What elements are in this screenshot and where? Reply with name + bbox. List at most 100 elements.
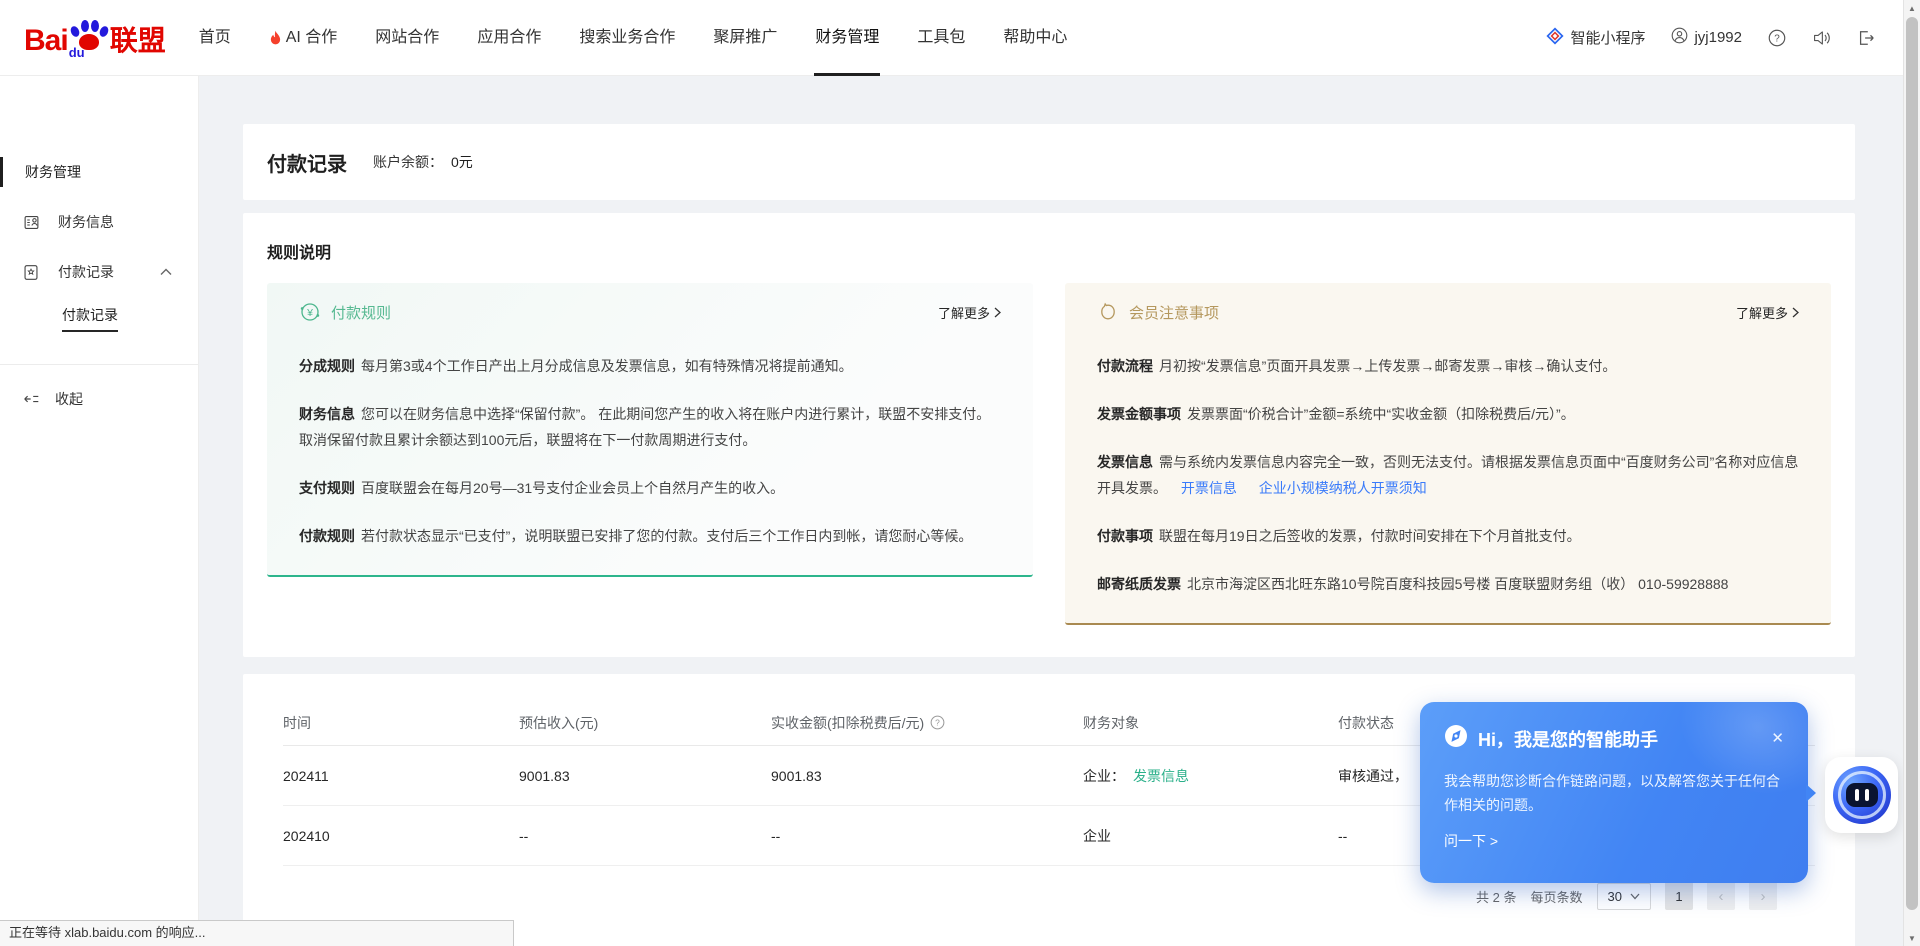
nav-item-home[interactable]: 首页 (199, 0, 231, 76)
sidebar-divider (0, 364, 198, 365)
nav-menu: 首页 AI 合作 网站合作 应用合作 搜索业务合作 聚屏推广 财务管理 工具包 … (180, 0, 1087, 76)
per-page-select[interactable]: 30 (1597, 883, 1651, 910)
compass-icon (1444, 724, 1468, 753)
page-number-button[interactable]: 1 (1665, 882, 1693, 910)
ask-now-link[interactable]: 问一下 > (1444, 831, 1784, 851)
rule-item-sharing: 分成规则每月第3或4个工作日产出上月分成信息及发票信息，如有特殊情况将提前通知。 (299, 353, 1001, 379)
nav-item-help-center[interactable]: 帮助中心 (1003, 0, 1067, 76)
member-notes-card: 会员注意事项 了解更多 付款流程月初按“发票信息”页面开具发票→上传发票→邮寄发… (1065, 283, 1831, 625)
sidebar-subitem-payment-records[interactable]: 付款记录 (0, 298, 198, 338)
sidebar-collapse-button[interactable]: 收起 (0, 377, 198, 421)
col-time: 时间 (283, 713, 519, 733)
cell-target: 企业：发票信息 (1083, 766, 1338, 786)
assistant-popup: Hi，我是您的智能助手 ✕ 我会帮助您诊断合作链路问题，以及解答您关于任何合作相… (1420, 702, 1808, 883)
balance-value: 0元 (451, 154, 473, 170)
flame-icon (269, 30, 282, 46)
sidebar-item-finance-info[interactable]: 财务信息 (0, 200, 198, 244)
col-actual-amount: 实收金额(扣除税费后/元) ? (771, 713, 1083, 733)
top-navigation-bar: Bai du 联盟 首页 AI 合作 网站合作 应用合作 搜索业务合作 聚屏推广… (0, 0, 1903, 76)
assistant-robot-avatar[interactable] (1825, 757, 1898, 833)
rule-item-finance-info: 财务信息您可以在财务信息中选择“保留付款”。 在此期间您产生的收入将在账户内进行… (299, 401, 1001, 453)
smart-miniapp-entry[interactable]: 智能小程序 (1546, 27, 1645, 49)
payment-records-header-card: 付款记录 账户余额： 0元 (243, 124, 1855, 200)
page-title: 付款记录 (267, 148, 347, 177)
sound-icon[interactable] (1812, 29, 1831, 47)
rule-item-payment-status: 付款规则若付款状态显示“已支付”，说明联盟已安排了您的付款。支付后三个工作日内到… (299, 523, 1001, 549)
baidu-union-logo[interactable]: Bai du 联盟 (24, 18, 166, 58)
assistant-message: 我会帮助您诊断合作链路问题，以及解答您关于任何合作相关的问题。 (1444, 769, 1780, 817)
note-item-invoice-info: 发票信息需与系统内发票信息内容完全一致，否则无法支付。请根据发票信息页面中“百度… (1097, 449, 1799, 501)
logo-text-bai: Bai (24, 24, 68, 58)
account-balance: 账户余额： 0元 (373, 152, 473, 172)
help-circle-icon[interactable]: ? (930, 715, 945, 730)
note-item-payment-matters: 付款事项联盟在每月19日之后签收的发票，付款时间安排在下个月首批支付。 (1097, 523, 1799, 549)
robot-face-icon (1833, 766, 1891, 824)
browser-status-text: 正在等待 xlab.baidu.com 的响应... (0, 920, 514, 946)
payment-rules-more-link[interactable]: 了解更多 (938, 303, 1001, 322)
rule-item-pay-rule: 支付规则百度联盟会在每月20号—31号支付企业会员上个自然月产生的收入。 (299, 475, 1001, 501)
svg-text:¥: ¥ (306, 307, 313, 319)
popup-tail-arrow (1806, 784, 1816, 802)
help-icon[interactable]: ? (1768, 29, 1786, 47)
col-finance-target: 财务对象 (1083, 713, 1338, 733)
payment-rules-icon: ¥ (299, 301, 321, 323)
note-item-mail-invoice: 邮寄纸质发票北京市海淀区西北旺东路10号院百度科技园5号楼 百度联盟财务组（收）… (1097, 571, 1799, 597)
note-item-payment-flow: 付款流程月初按“发票信息”页面开具发票→上传发票→邮寄发票→审核→确认支付。 (1097, 353, 1799, 379)
scroll-up-arrow[interactable]: ▲ (1904, 0, 1920, 16)
cell-actual: 9001.83 (771, 768, 1083, 784)
user-icon (1671, 27, 1688, 48)
payment-records-icon (22, 264, 40, 281)
sidebar-section-finance-management[interactable]: 财务管理 (0, 150, 198, 194)
logout-icon[interactable] (1857, 29, 1875, 47)
nav-item-search-cooperation[interactable]: 搜索业务合作 (579, 0, 675, 76)
member-notes-more-link[interactable]: 了解更多 (1736, 303, 1799, 322)
invoice-info-table-link[interactable]: 发票信息 (1133, 768, 1189, 784)
rules-section-title: 规则说明 (267, 239, 1831, 263)
pagination: 共 2 条 每页条数 30 1 ‹ › (283, 882, 1815, 910)
cell-estimated: -- (519, 828, 771, 844)
nav-item-website-cooperation[interactable]: 网站合作 (375, 0, 439, 76)
note-item-invoice-amount: 发票金额事项发票票面“价税合计”金额=系统中“实收金额（扣除税费后/元）”。 (1097, 401, 1799, 427)
chevron-right-icon (1792, 307, 1799, 318)
nav-item-juping-promotion[interactable]: 聚屏推广 (713, 0, 777, 76)
cell-target: 企业 (1083, 826, 1338, 846)
cell-time: 202410 (283, 828, 519, 844)
vertical-scrollbar[interactable]: ▲ ▼ (1903, 0, 1920, 946)
member-notes-bird-icon (1097, 301, 1119, 323)
scrollbar-thumb[interactable] (1906, 17, 1918, 910)
rules-section-card: 规则说明 ¥ 付款规则 了解更多 分成规则每月第3或4个工作日产出上月分成信息及… (243, 213, 1855, 657)
nav-item-app-cooperation[interactable]: 应用合作 (477, 0, 541, 76)
user-account[interactable]: jyj1992 (1671, 27, 1742, 48)
next-page-button[interactable]: › (1749, 882, 1777, 910)
caret-down-icon (1630, 893, 1640, 900)
nav-item-finance-management[interactable]: 财务管理 (815, 0, 879, 76)
assistant-title: Hi，我是您的智能助手 (1478, 726, 1658, 752)
balance-label: 账户余额： (373, 154, 443, 170)
logo-text-union: 联盟 (110, 24, 166, 58)
cell-actual: -- (771, 828, 1083, 844)
logo-text-du: du (69, 45, 85, 60)
scroll-down-arrow[interactable]: ▼ (1904, 930, 1920, 946)
sidebar-item-payment-records[interactable]: 付款记录 (0, 250, 198, 294)
miniapp-diamond-icon (1546, 27, 1564, 49)
sidebar: 财务管理 财务信息 付款记录 付款记录 收起 (0, 76, 199, 946)
close-icon[interactable]: ✕ (1771, 731, 1784, 746)
member-notes-title: 会员注意事项 (1129, 302, 1219, 323)
col-estimated-income: 预估收入(元) (519, 713, 771, 733)
baidu-paw-icon: du (69, 18, 109, 58)
chevron-right-icon (994, 307, 1001, 318)
cell-time: 202411 (283, 768, 519, 784)
per-page-label: 每页条数 (1531, 887, 1583, 906)
prev-page-button[interactable]: ‹ (1707, 882, 1735, 910)
invoice-info-link[interactable]: 开票信息 (1181, 480, 1237, 496)
small-taxpayer-notice-link[interactable]: 企业小规模纳税人开票须知 (1259, 480, 1427, 496)
cell-estimated: 9001.83 (519, 768, 771, 784)
payment-rules-title: 付款规则 (331, 302, 391, 323)
svg-text:?: ? (935, 718, 940, 728)
nav-item-toolkit[interactable]: 工具包 (917, 0, 965, 76)
nav-item-ai-cooperation[interactable]: AI 合作 (269, 0, 338, 76)
svg-text:?: ? (1774, 33, 1780, 44)
payment-rules-card: ¥ 付款规则 了解更多 分成规则每月第3或4个工作日产出上月分成信息及发票信息，… (267, 283, 1033, 577)
collapse-arrow-icon (22, 392, 40, 406)
nav-right-area: 智能小程序 jyj1992 ? (1546, 27, 1875, 49)
